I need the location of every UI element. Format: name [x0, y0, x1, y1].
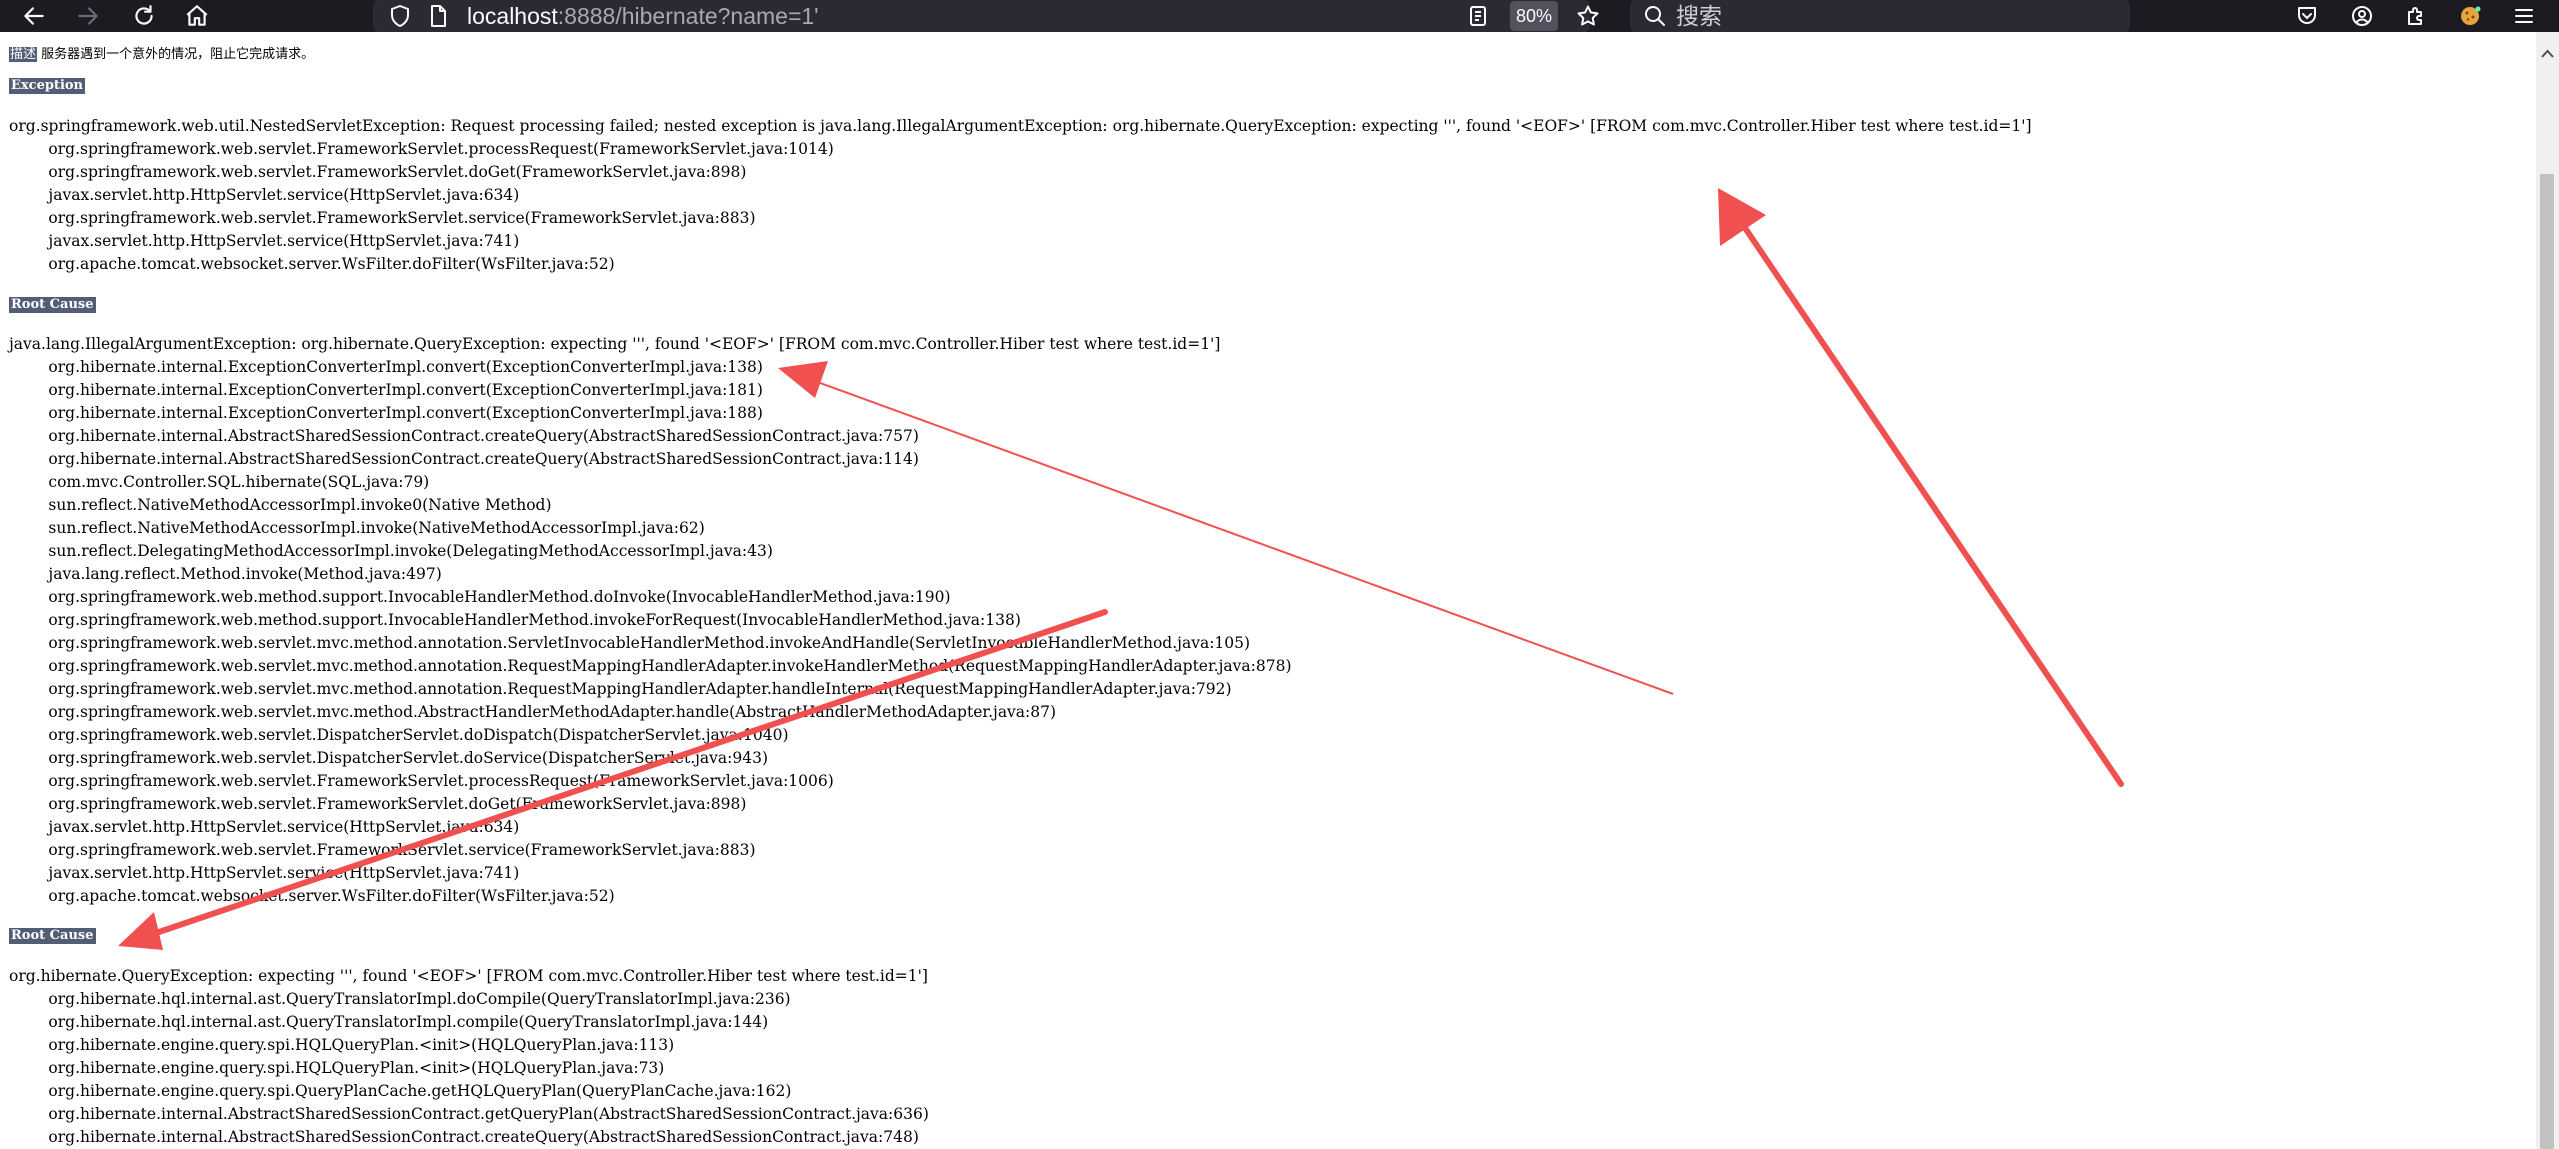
- search-icon: [1640, 0, 1670, 32]
- menu-icon[interactable]: [2507, 0, 2541, 32]
- search-input[interactable]: 搜索: [1676, 0, 1722, 32]
- description-text: 服务器遇到一个意外的情况，阻止它完成请求。: [41, 47, 315, 62]
- stack-frame: com.mvc.Controller.SQL.hibernate(SQL.jav…: [9, 473, 430, 491]
- bookmark-star-icon[interactable]: [1571, 0, 1605, 32]
- reader-view-icon[interactable]: [1463, 0, 1493, 32]
- stack-frame: org.springframework.web.servlet.Framewor…: [9, 772, 834, 790]
- stack-frame: org.hibernate.internal.ExceptionConverte…: [9, 381, 763, 399]
- root-cause-trace-1: java.lang.IllegalArgumentException: org.…: [9, 333, 1292, 908]
- extensions-icon[interactable]: [2399, 0, 2433, 32]
- url-path: :8888/hibernate?name=1': [557, 3, 819, 29]
- exception-label: Exception: [9, 78, 86, 94]
- search-bar[interactable]: 搜索: [1630, 0, 2130, 32]
- scrollbar-thumb[interactable]: [2540, 174, 2554, 1149]
- stack-frame: sun.reflect.DelegatingMethodAccessorImpl…: [9, 542, 773, 560]
- url-text[interactable]: localhost:8888/hibernate?name=1': [467, 0, 819, 32]
- stack-frame: org.hibernate.engine.query.spi.QueryPlan…: [9, 1082, 792, 1100]
- forward-icon[interactable]: [68, 0, 108, 32]
- stack-frame: org.apache.tomcat.websocket.server.WsFil…: [9, 887, 615, 905]
- account-icon[interactable]: [2345, 0, 2379, 32]
- shield-icon[interactable]: [385, 0, 415, 32]
- stack-frame: org.hibernate.engine.query.spi.HQLQueryP…: [9, 1036, 675, 1054]
- stack-frame: org.hibernate.engine.query.spi.HQLQueryP…: [9, 1059, 665, 1077]
- stack-frame: org.apache.tomcat.websocket.server.WsFil…: [9, 255, 615, 273]
- stack-frame: org.springframework.web.servlet.Dispatch…: [9, 749, 769, 767]
- stack-frame: org.springframework.web.servlet.Framewor…: [9, 163, 747, 181]
- stack-frame: sun.reflect.NativeMethodAccessorImpl.inv…: [9, 519, 705, 537]
- exception-message: org.springframework.web.util.NestedServl…: [9, 117, 2032, 135]
- root-cause-label-2: Root Cause: [9, 928, 96, 944]
- error-page: 描述 服务器遇到一个意外的情况，阻止它完成请求。 Exception org.s…: [0, 32, 2536, 1149]
- stack-frame: javax.servlet.http.HttpServlet.service(H…: [9, 186, 520, 204]
- stack-frame: org.hibernate.internal.ExceptionConverte…: [9, 404, 763, 422]
- exception-trace: org.springframework.web.util.NestedServl…: [9, 115, 2032, 276]
- stack-frame: org.springframework.web.servlet.mvc.meth…: [9, 634, 1251, 652]
- stack-frame: org.springframework.web.servlet.mvc.meth…: [9, 703, 1057, 721]
- stack-frame: sun.reflect.NativeMethodAccessorImpl.inv…: [9, 496, 552, 514]
- stack-frame: org.hibernate.internal.AbstractSharedSes…: [9, 1128, 919, 1146]
- scroll-up-arrow-icon[interactable]: [2536, 44, 2559, 64]
- stack-frame: java.lang.reflect.Method.invoke(Method.j…: [9, 565, 442, 583]
- stack-frame: org.springframework.web.method.support.I…: [9, 588, 951, 606]
- stack-frame: org.springframework.web.servlet.Framewor…: [9, 795, 747, 813]
- description-line: 描述 服务器遇到一个意外的情况，阻止它完成请求。: [9, 47, 314, 62]
- url-bar[interactable]: localhost:8888/hibernate?name=1' 80%: [373, 0, 1599, 32]
- stack-frame: org.springframework.web.servlet.mvc.meth…: [9, 657, 1292, 675]
- root-cause-label-1: Root Cause: [9, 297, 96, 313]
- stack-frame: org.springframework.web.method.support.I…: [9, 611, 1021, 629]
- stack-frame: org.springframework.web.servlet.Framewor…: [9, 140, 834, 158]
- stack-frame: javax.servlet.http.HttpServlet.service(H…: [9, 232, 520, 250]
- reload-icon[interactable]: [124, 0, 164, 32]
- exception-message: java.lang.IllegalArgumentException: org.…: [9, 335, 1221, 353]
- stack-frame: org.springframework.web.servlet.Dispatch…: [9, 726, 789, 744]
- stack-frame: org.hibernate.internal.AbstractSharedSes…: [9, 1105, 929, 1123]
- url-host: localhost: [467, 3, 558, 29]
- pocket-icon[interactable]: [2290, 0, 2324, 32]
- extension-cookie-icon[interactable]: [2453, 0, 2487, 32]
- back-icon[interactable]: [14, 0, 54, 32]
- exception-message: org.hibernate.QueryException: expecting …: [9, 967, 928, 985]
- browser-toolbar: localhost:8888/hibernate?name=1' 80% 搜索: [0, 0, 2559, 32]
- zoom-level-button[interactable]: 80%: [1510, 1, 1558, 31]
- stack-frame: org.hibernate.hql.internal.ast.QueryTran…: [9, 1013, 769, 1031]
- vertical-scrollbar[interactable]: [2536, 32, 2559, 1149]
- stack-frame: org.hibernate.internal.AbstractSharedSes…: [9, 450, 919, 468]
- stack-frame: javax.servlet.http.HttpServlet.service(H…: [9, 818, 520, 836]
- stack-frame: org.hibernate.hql.internal.ast.QueryTran…: [9, 990, 791, 1008]
- stack-frame: org.hibernate.internal.ExceptionConverte…: [9, 358, 763, 376]
- stack-frame: org.springframework.web.servlet.mvc.meth…: [9, 680, 1232, 698]
- stack-frame: org.springframework.web.servlet.Framewor…: [9, 209, 756, 227]
- root-cause-trace-2: org.hibernate.QueryException: expecting …: [9, 965, 929, 1149]
- stack-frame: org.springframework.web.servlet.Framewor…: [9, 841, 756, 859]
- home-icon[interactable]: [177, 0, 217, 32]
- stack-frame: org.hibernate.internal.AbstractSharedSes…: [9, 427, 919, 445]
- stack-frame: javax.servlet.http.HttpServlet.service(H…: [9, 864, 520, 882]
- page-icon[interactable]: [423, 0, 453, 32]
- description-label: 描述: [9, 47, 38, 62]
